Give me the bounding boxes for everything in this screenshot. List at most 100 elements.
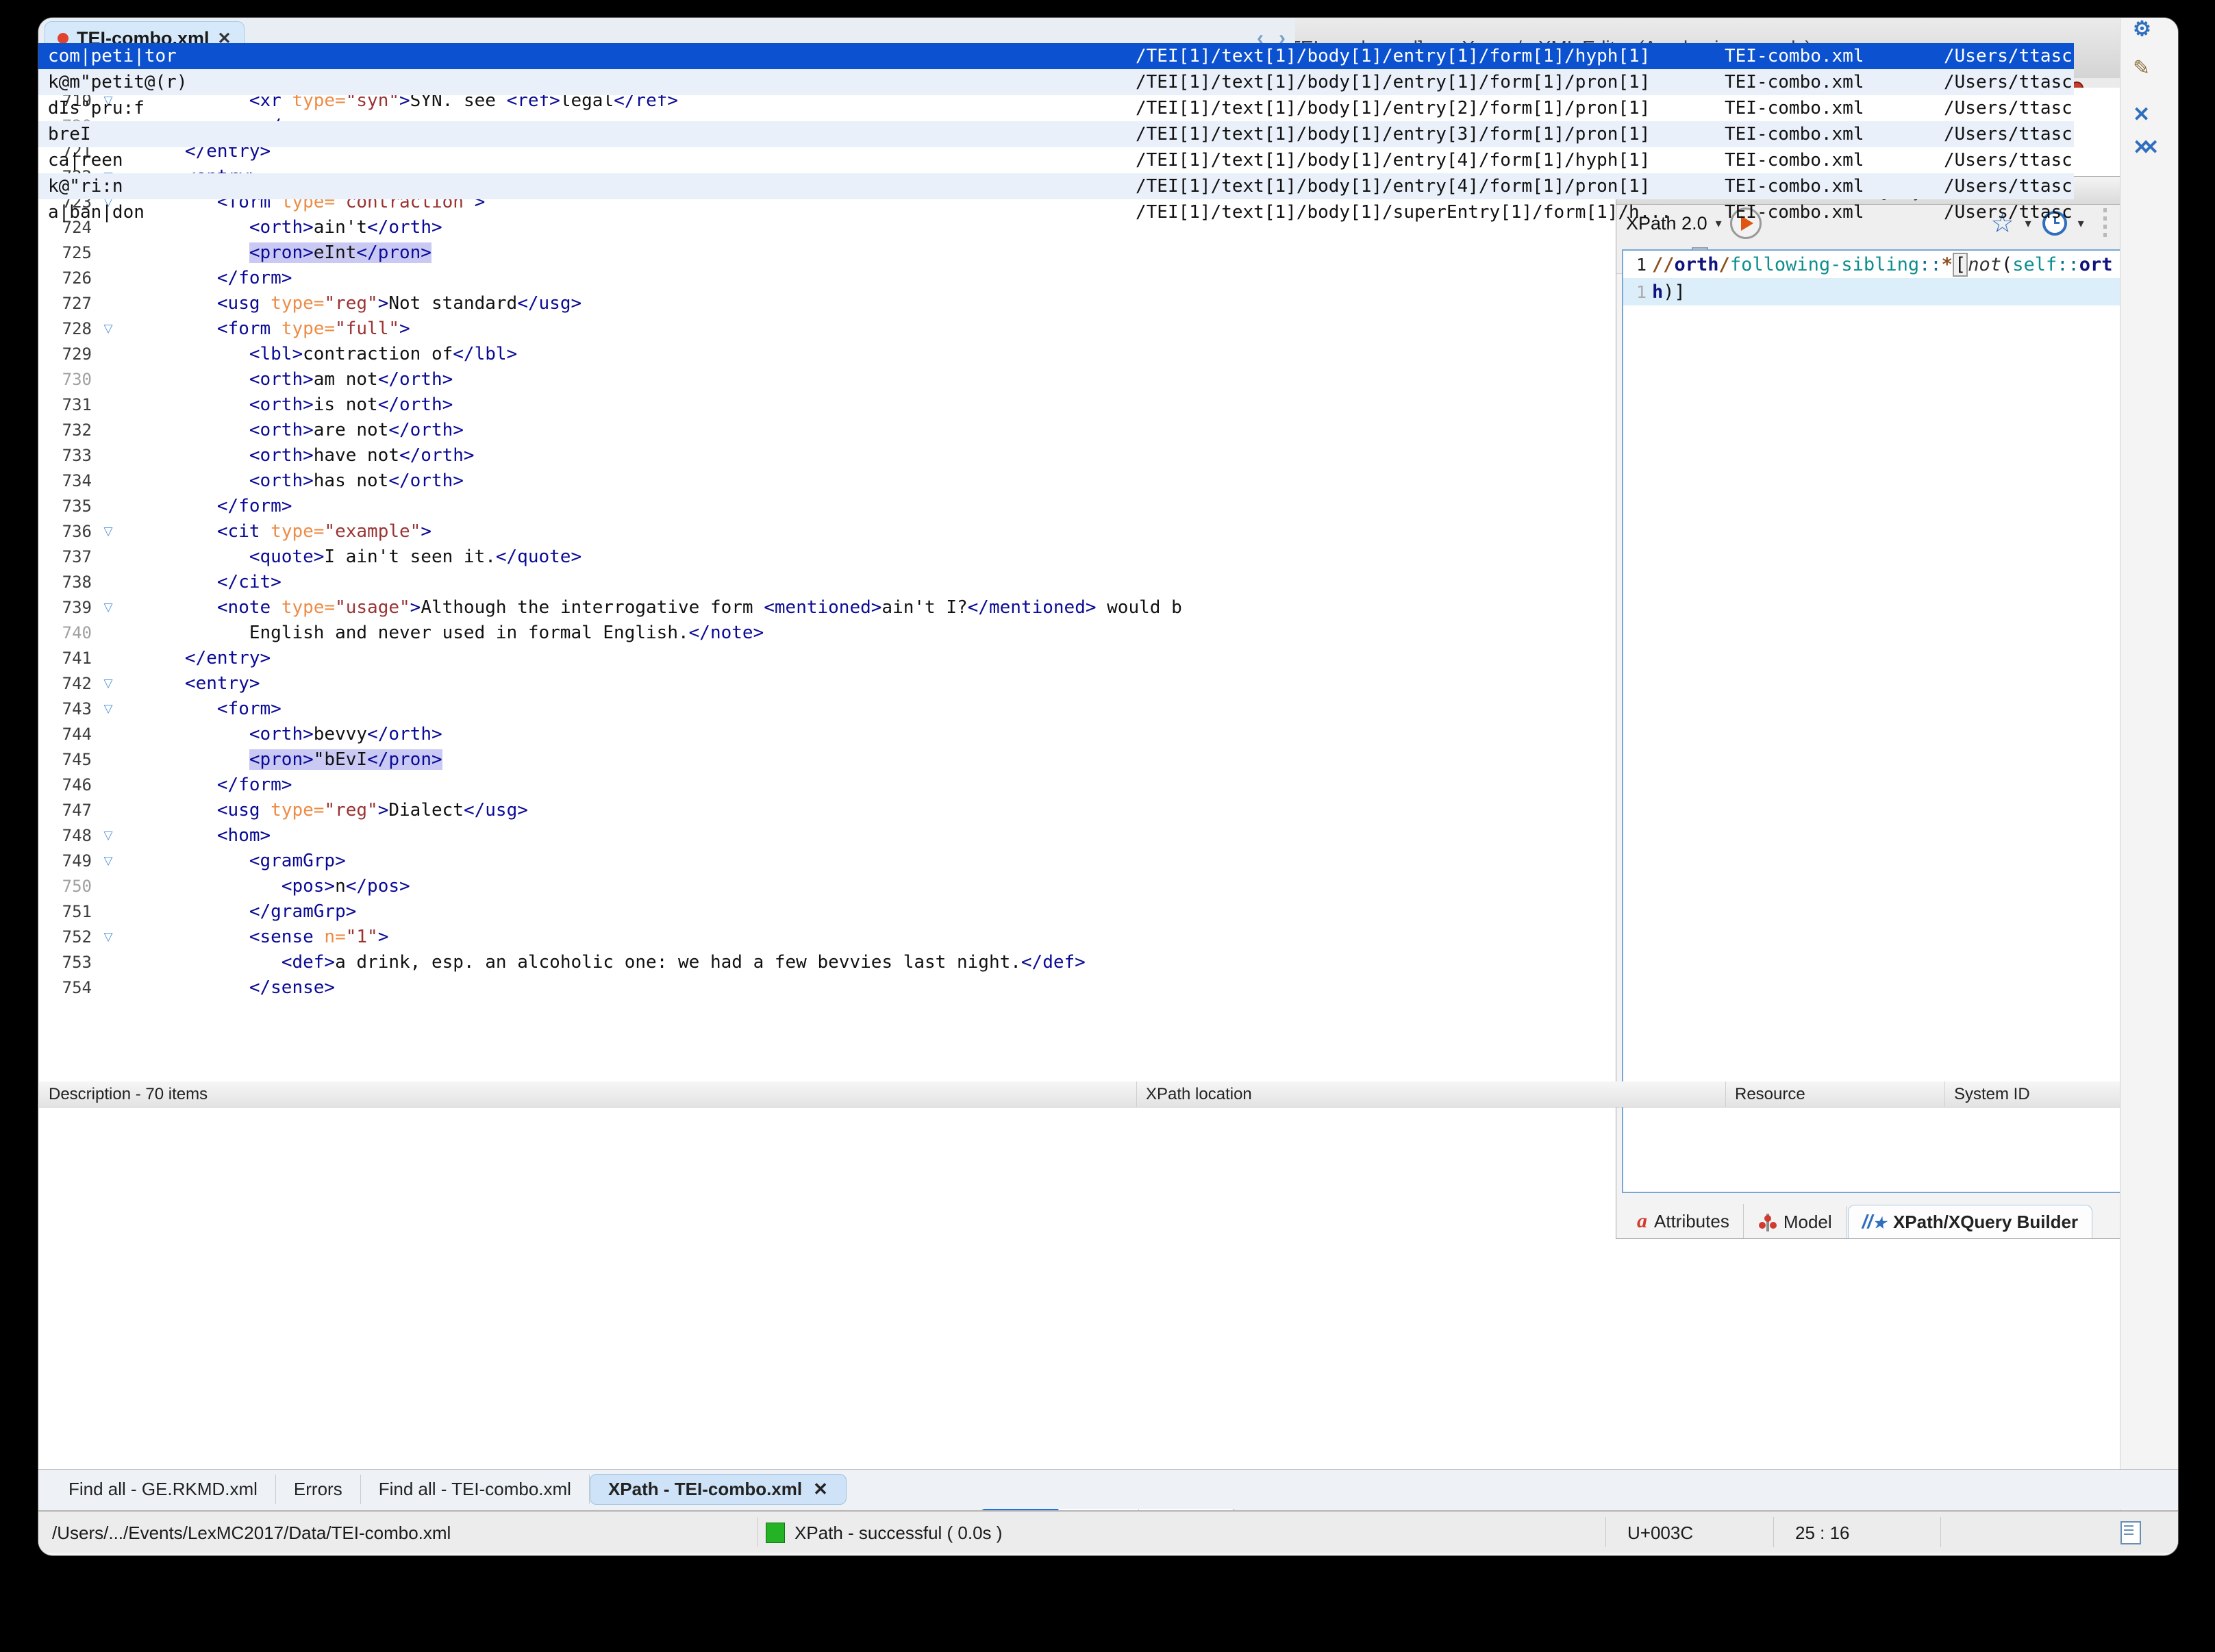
- result-system-id: /Users/ttasc: [1944, 124, 2074, 145]
- panel-tab-xpath-tei-combo-xml[interactable]: XPath - TEI-combo.xml✕: [590, 1474, 847, 1505]
- status-success-icon: [766, 1523, 785, 1543]
- results-settings-icon[interactable]: ⚙: [2133, 19, 2151, 40]
- result-row[interactable]: com|peti|tor/TEI[1]/text[1]/body[1]/entr…: [38, 43, 2074, 69]
- fold-toggle-icon[interactable]: ▽: [96, 322, 121, 336]
- panel-tab-find-all-ge-rkmd-xml[interactable]: Find all - GE.RKMD.xml: [51, 1475, 276, 1504]
- line-number: 744: [38, 725, 96, 744]
- result-row[interactable]: k@m"petit@(r)/TEI[1]/text[1]/body[1]/ent…: [38, 69, 2074, 95]
- line-number: 743: [38, 699, 96, 718]
- result-row[interactable]: dIs"pru:f/TEI[1]/text[1]/body[1]/entry[2…: [38, 95, 2074, 121]
- xpath-builder-panel: XPath/XQuery Builder XPath 2.0 ▾ ☆ ▾ ▾ ⚙…: [1616, 176, 2176, 1239]
- result-description: a|ban|don: [38, 202, 1136, 223]
- search-highlight: <pron>"bEvI</pron>: [249, 749, 442, 770]
- line-number: 730: [38, 370, 96, 389]
- status-unicode-codepoint: U+003C: [1627, 1523, 1693, 1544]
- panel-tab-errors[interactable]: Errors: [276, 1475, 361, 1504]
- line-number: 747: [38, 801, 96, 820]
- highlight-pencil-icon[interactable]: ✎: [2133, 56, 2150, 80]
- search-highlight: <pron>eInt</pron>: [249, 242, 431, 263]
- panel-tab-find-all-tei-combo-xml[interactable]: Find all - TEI-combo.xml: [361, 1475, 590, 1504]
- result-description: breI: [38, 124, 1136, 145]
- result-xpath-location: /TEI[1]/text[1]/body[1]/entry[1]/form[1]…: [1136, 72, 1725, 92]
- result-system-id: /Users/ttasc: [1944, 202, 2074, 223]
- result-row[interactable]: k@"ri:n/TEI[1]/text[1]/body[1]/entry[4]/…: [38, 173, 2074, 199]
- xpath-expression-line[interactable]: 1//orth/following-sibling::*[not(self::o…: [1623, 251, 2168, 278]
- line-number: 727: [38, 294, 96, 313]
- line-number: 750: [38, 877, 96, 896]
- result-system-id: /Users/ttasc: [1944, 176, 2074, 197]
- app-window: TEI-combo.xml [/Users/ttasovac/Developme…: [38, 17, 2179, 1556]
- status-file-path: /Users/.../Events/LexMC2017/Data/TEI-com…: [52, 1523, 451, 1544]
- result-xpath-location: /TEI[1]/text[1]/body[1]/entry[3]/form[1]…: [1136, 124, 1725, 145]
- result-resource: TEI-combo.xml: [1725, 150, 1944, 171]
- line-number: 746: [38, 775, 96, 794]
- line-number: 749: [38, 851, 96, 871]
- line-number: 732: [38, 421, 96, 440]
- line-number: 745: [38, 750, 96, 769]
- results-side-rail: ⚙ ✎ ✕ ✕✕: [2120, 18, 2178, 1555]
- result-system-id: /Users/ttasc: [1944, 46, 2074, 66]
- fold-toggle-icon[interactable]: ▽: [96, 854, 121, 868]
- line-number: 736: [38, 522, 96, 541]
- remove-result-icon[interactable]: ✕: [2133, 103, 2150, 127]
- result-resource: TEI-combo.xml: [1725, 72, 1944, 92]
- result-system-id: /Users/ttasc: [1944, 98, 2074, 118]
- modified-indicator-icon: [58, 33, 68, 44]
- result-description: k@m"petit@(r): [38, 72, 1136, 92]
- line-number: 738: [38, 573, 96, 592]
- fold-toggle-icon[interactable]: ▽: [96, 702, 121, 716]
- results-xpath-header[interactable]: XPath location: [1146, 1085, 1252, 1104]
- result-row[interactable]: breI/TEI[1]/text[1]/body[1]/entry[3]/for…: [38, 121, 2074, 147]
- result-system-id: /Users/ttasc: [1944, 150, 2074, 171]
- result-resource: TEI-combo.xml: [1725, 202, 1944, 223]
- results-resource-header[interactable]: Resource: [1735, 1085, 1805, 1104]
- line-number: 752: [38, 927, 96, 947]
- results-header-row[interactable]: Description - 70 items XPath location Re…: [39, 1081, 2132, 1107]
- builder-tab-attributes[interactable]: aAttributes: [1623, 1204, 1744, 1238]
- fold-toggle-icon[interactable]: ▽: [96, 829, 121, 842]
- line-number: 729: [38, 345, 96, 364]
- notes-icon[interactable]: [2120, 1521, 2141, 1544]
- xpath-expression-editor[interactable]: 1//orth/following-sibling::*[not(self::o…: [1622, 249, 2170, 1193]
- builder-tab-xpath-xquery-builder[interactable]: //★XPath/XQuery Builder: [1848, 1205, 2092, 1238]
- status-bar: /Users/.../Events/LexMC2017/Data/TEI-com…: [38, 1510, 2178, 1553]
- line-number: 742: [38, 674, 96, 693]
- line-number: 726: [38, 268, 96, 288]
- fold-toggle-icon[interactable]: ▽: [96, 525, 121, 538]
- result-resource: TEI-combo.xml: [1725, 124, 1944, 145]
- chevron-down-icon[interactable]: ▾: [2078, 216, 2084, 231]
- line-number: 733: [38, 446, 96, 465]
- xpath-expression-line[interactable]: 1h)]: [1623, 278, 2168, 305]
- fold-toggle-icon[interactable]: ▽: [96, 677, 121, 690]
- line-number: 740: [38, 623, 96, 642]
- result-row[interactable]: ca|reen/TEI[1]/text[1]/body[1]/entry[4]/…: [38, 147, 2074, 173]
- result-resource: TEI-combo.xml: [1725, 98, 1944, 118]
- result-description: com|peti|tor: [38, 46, 1136, 66]
- builder-bottom-tabs: aAttributesModel//★XPath/XQuery Builder: [1616, 1199, 2092, 1238]
- fold-toggle-icon[interactable]: ▽: [96, 601, 121, 614]
- line-number: 754: [38, 978, 96, 997]
- result-description: dIs"pru:f: [38, 98, 1136, 118]
- line-number: 753: [38, 953, 96, 972]
- line-number: 737: [38, 547, 96, 566]
- line-number: 739: [38, 598, 96, 617]
- close-tab-icon[interactable]: ✕: [813, 1479, 828, 1500]
- remove-all-results-icon[interactable]: ✕✕: [2133, 136, 2151, 160]
- results-system-header[interactable]: System ID: [1954, 1085, 2030, 1104]
- line-number: 735: [38, 497, 96, 516]
- result-resource: TEI-combo.xml: [1725, 46, 1944, 66]
- result-description: k@"ri:n: [38, 176, 1136, 197]
- line-number: 751: [38, 902, 96, 921]
- results-description-header[interactable]: Description - 70 items: [49, 1085, 208, 1104]
- result-row[interactable]: a|ban|don/TEI[1]/text[1]/body[1]/superEn…: [38, 199, 2074, 225]
- xpath-expression-text: h)]: [1652, 281, 1686, 303]
- result-xpath-location: /TEI[1]/text[1]/body[1]/entry[2]/form[1]…: [1136, 98, 1725, 118]
- line-number: 731: [38, 395, 96, 414]
- result-description: ca|reen: [38, 150, 1136, 171]
- result-xpath-location: /TEI[1]/text[1]/body[1]/entry[4]/form[1]…: [1136, 150, 1725, 171]
- line-number: 728: [38, 319, 96, 338]
- builder-tab-model[interactable]: Model: [1745, 1206, 1847, 1238]
- result-resource: TEI-combo.xml: [1725, 176, 1944, 197]
- fold-toggle-icon[interactable]: ▽: [96, 930, 121, 944]
- result-xpath-location: /TEI[1]/text[1]/body[1]/entry[1]/form[1]…: [1136, 46, 1725, 66]
